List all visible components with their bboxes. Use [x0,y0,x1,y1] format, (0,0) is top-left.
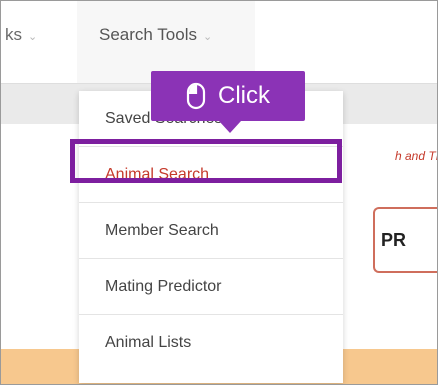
dropdown-item-mating-predictor[interactable]: Mating Predictor [79,259,343,315]
chevron-down-icon: ⌄ [202,30,213,43]
dropdown-item-label: Animal Lists [105,334,192,351]
pr-button-label: PR [381,229,407,250]
dropdown-item-member-search[interactable]: Member Search [79,203,343,259]
nav-item-search-tools-label: Search Tools [99,25,197,44]
screenshot-frame: ks ⌄ Search Tools ⌄ h and TP PR Saved Se… [0,0,438,385]
dropdown-item-animal-lists[interactable]: Animal Lists [79,315,343,371]
nav-item-partial-label: ks [5,25,22,44]
page-body-text: h and TP [395,149,437,163]
tooltip-label: Click [218,82,270,109]
page-body-text-a: h and TP [395,149,437,163]
chevron-down-icon: ⌄ [28,30,38,43]
dropdown-item-label: Member Search [105,221,219,239]
dropdown-item-label: Mating Predictor [105,277,222,295]
click-tooltip: Click [151,71,305,133]
nav-item-search-tools[interactable]: Search Tools ⌄ [99,25,212,45]
search-tools-dropdown: Saved Searches Animal Search Member Sear… [79,91,343,383]
highlight-box [70,139,342,183]
mouse-icon [186,82,206,110]
nav-item-partial[interactable]: ks ⌄ [5,25,37,45]
pr-button[interactable]: PR [373,207,437,273]
